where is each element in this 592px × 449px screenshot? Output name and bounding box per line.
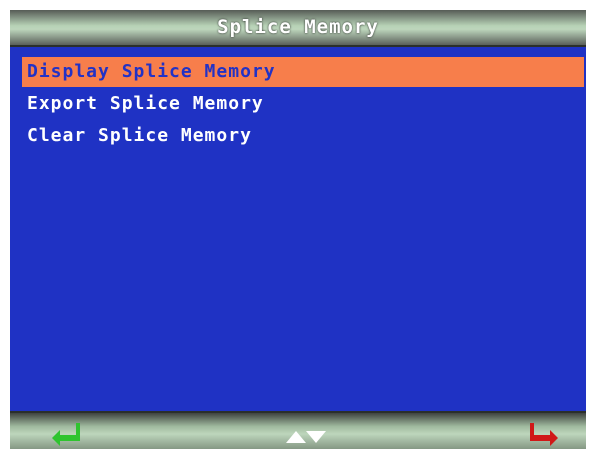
back-button[interactable]: [526, 419, 566, 449]
enter-button[interactable]: [46, 419, 86, 449]
navigate-button[interactable]: [282, 419, 330, 449]
menu-item-clear-splice-memory[interactable]: Clear Splice Memory: [22, 121, 584, 151]
softkey-bar: [10, 411, 586, 449]
menu-list: Display Splice Memory Export Splice Memo…: [22, 57, 584, 153]
screen-title: Splice Memory: [217, 16, 379, 38]
menu-item-display-splice-memory[interactable]: Display Splice Memory: [22, 57, 584, 87]
menu-item-export-splice-memory[interactable]: Export Splice Memory: [22, 89, 584, 119]
return-arrow-icon: [530, 423, 558, 446]
up-down-arrows-icon: [286, 431, 326, 443]
enter-arrow-icon: [52, 423, 80, 446]
device-screen: Splice Memory Display Splice Memory Expo…: [10, 10, 586, 449]
title-bar: Splice Memory: [10, 10, 586, 47]
